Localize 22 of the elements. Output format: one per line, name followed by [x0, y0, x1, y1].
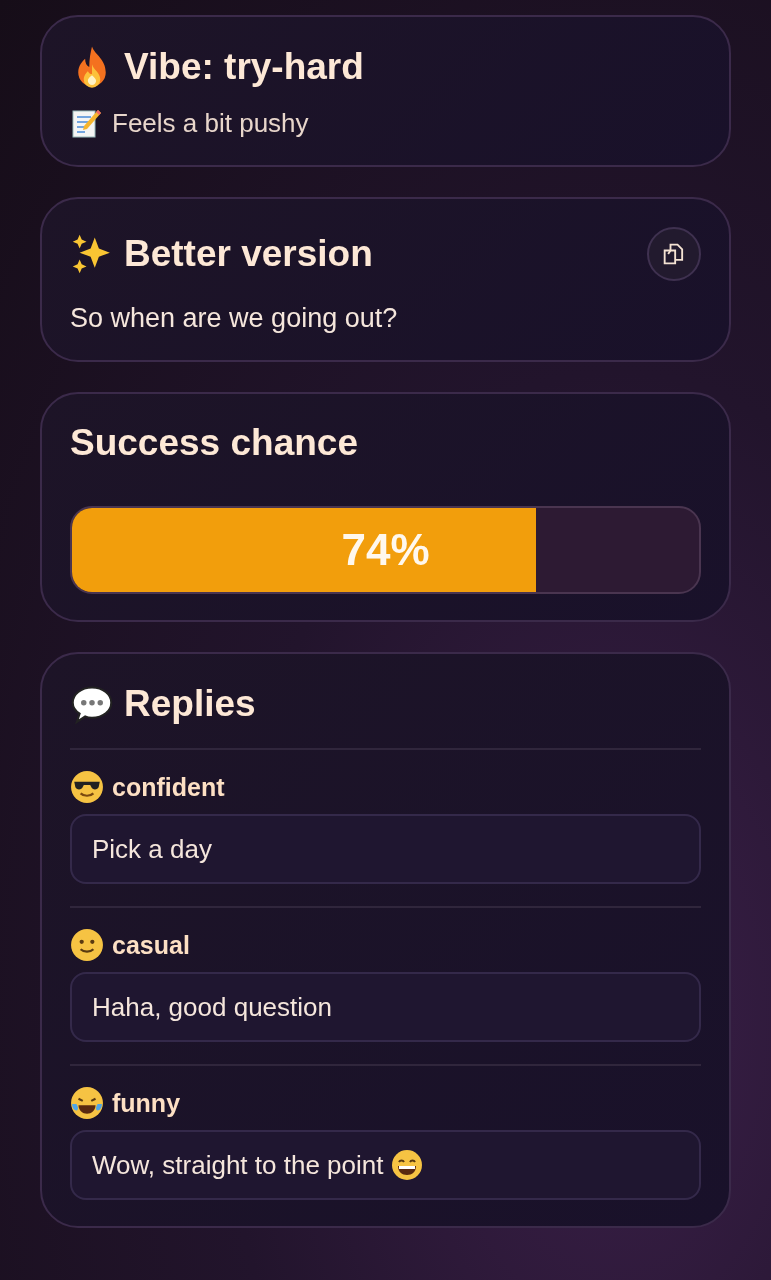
reply-tone-label: funny [112, 1088, 181, 1118]
smiley-face-icon [70, 928, 104, 962]
reply-box[interactable]: Wow, straight to the point [70, 1130, 701, 1200]
reply-box[interactable]: Pick a day [70, 814, 701, 884]
success-title: Success chance [70, 422, 359, 464]
sunglasses-face-icon [70, 770, 104, 804]
vibe-note: Feels a bit pushy [112, 107, 309, 139]
better-version-title: Better version [124, 233, 373, 275]
copy-button[interactable] [647, 227, 701, 281]
memo-icon [70, 107, 102, 139]
replies-title: Replies [124, 683, 256, 725]
reply-text: Haha, good question [92, 991, 332, 1023]
reply-tone-label: casual [112, 930, 190, 960]
laughing-face-icon [70, 1086, 104, 1120]
reply-tone-label: confident [112, 772, 225, 802]
grinning-face-icon [391, 1149, 424, 1181]
reply-text: Pick a day [92, 833, 212, 865]
reply-text: Wow, straight to the point [92, 1149, 384, 1181]
success-percentage: 74% [340, 525, 431, 575]
better-version-text: So when are we going out? [70, 303, 399, 334]
reply-box[interactable]: Haha, good question [70, 972, 701, 1042]
vibe-title: Vibe: try-hard [124, 46, 364, 88]
